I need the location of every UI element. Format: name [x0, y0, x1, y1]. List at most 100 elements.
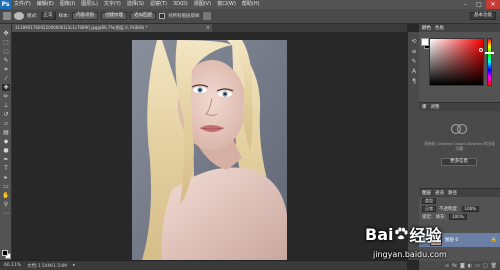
- layer-opacity-label: 不透明度:: [439, 207, 459, 212]
- new-group-icon[interactable]: ▭: [475, 263, 480, 269]
- layers-panel-tabs: 图层 通道 路径: [419, 189, 500, 197]
- menu-layer[interactable]: 图层(L): [78, 0, 101, 9]
- shape-tool-icon[interactable]: ▭: [2, 183, 10, 190]
- menu-window[interactable]: 窗口(W): [214, 0, 239, 9]
- color-picker-field[interactable]: [429, 38, 484, 86]
- pen-tool-icon[interactable]: ✒: [2, 156, 10, 163]
- creative-cloud-icon: [450, 123, 468, 135]
- fill-field[interactable]: 100%: [449, 214, 467, 220]
- mode-select[interactable]: 正常: [40, 12, 56, 20]
- link-layers-icon[interactable]: ∞: [445, 263, 449, 269]
- close-button[interactable]: ✕: [486, 0, 500, 9]
- tab-channels[interactable]: 通道: [435, 190, 444, 196]
- document-tab-title: 31189017600220000001(3c1c7089f).jpg@66.7…: [15, 25, 148, 30]
- menu-select[interactable]: 选择(S): [124, 0, 147, 9]
- baidu-watermark: Bai 经验 jingyan.baidu.com: [365, 222, 495, 262]
- watermark-brand-left: Bai: [365, 224, 394, 244]
- more-info-button[interactable]: 更多信息: [441, 158, 477, 166]
- move-tool-icon[interactable]: ✥: [2, 30, 10, 37]
- clone-stamp-tool-icon[interactable]: ⊥: [2, 102, 10, 109]
- new-layer-icon[interactable]: □: [483, 263, 488, 269]
- blur-tool-icon[interactable]: ◆: [2, 138, 10, 145]
- minimize-button[interactable]: –: [458, 0, 472, 9]
- zoom-level[interactable]: 66.11%: [4, 263, 21, 268]
- adjustment-layer-icon[interactable]: ◐: [468, 263, 472, 269]
- layer-opacity-field[interactable]: 100%: [461, 206, 479, 212]
- lock-label: 锁定:: [422, 215, 433, 220]
- brush-preset-icon[interactable]: [14, 12, 24, 20]
- pressure-icon[interactable]: [202, 12, 211, 20]
- layers-filter-row: 类型: [419, 197, 500, 205]
- color-panel: [419, 32, 500, 102]
- libraries-panel-tabs: 库 调整: [419, 103, 500, 111]
- mode-label: 模式:: [27, 14, 38, 19]
- healing-brush-tool-icon[interactable]: ✚: [2, 84, 10, 91]
- color-panel-tabs: 颜色 色板: [419, 24, 500, 32]
- layers-bottom-bar: ∞ fx ◙ ◐ ▭ □ 🗑: [419, 261, 500, 270]
- libraries-panel: 库 调整 初始化 Creative Cloud Libraries 时出现问题 …: [419, 102, 500, 188]
- sample-all-layers-label: 对所有图层取样: [168, 14, 200, 19]
- status-arrow-icon[interactable]: ▸: [73, 263, 75, 268]
- color-picker-cursor[interactable]: [479, 48, 483, 52]
- fill-label: 填充:: [435, 215, 447, 220]
- dodge-tool-icon[interactable]: ●: [2, 147, 10, 154]
- type-tool-icon[interactable]: T: [2, 165, 10, 172]
- history-panel-icon[interactable]: ⟲: [410, 38, 418, 45]
- quick-select-tool-icon[interactable]: ✎: [2, 57, 10, 64]
- menu-image[interactable]: 图像(I): [57, 0, 78, 9]
- brush-panel-icon[interactable]: ✎: [410, 58, 418, 65]
- libraries-error-message: 初始化 Creative Cloud Libraries 时出现问题: [424, 141, 495, 151]
- history-brush-tool-icon[interactable]: ↺: [2, 111, 10, 118]
- menu-help[interactable]: 帮助(H): [239, 0, 263, 9]
- document-size: 文档:1.54M/1.54M: [27, 263, 68, 269]
- maximize-button[interactable]: □: [472, 0, 486, 9]
- crop-tool-icon[interactable]: ⌗: [2, 66, 10, 73]
- hand-tool-icon[interactable]: ✋: [2, 192, 10, 199]
- lasso-tool-icon[interactable]: ◌: [2, 48, 10, 55]
- paragraph-panel-icon[interactable]: ¶: [410, 78, 418, 85]
- workspace-select[interactable]: 基本功能: [470, 12, 496, 20]
- layer-kind-filter[interactable]: 类型: [422, 198, 436, 204]
- delete-layer-icon[interactable]: 🗑: [491, 263, 497, 269]
- tab-libraries[interactable]: 库: [422, 104, 427, 110]
- foreground-color-swatch[interactable]: [2, 250, 8, 256]
- path-select-tool-icon[interactable]: ▸: [2, 174, 10, 181]
- menu-view[interactable]: 视图(V): [191, 0, 214, 9]
- spot-healing-brush-icon[interactable]: [3, 12, 11, 20]
- layer-style-icon[interactable]: fx: [452, 263, 457, 269]
- hue-slider-bar[interactable]: [487, 38, 492, 86]
- tab-layers[interactable]: 图层: [422, 190, 431, 196]
- tab-adjustments[interactable]: 调整: [431, 104, 440, 110]
- tab-color[interactable]: 颜色: [422, 25, 431, 31]
- tab-paths[interactable]: 路径: [448, 190, 457, 196]
- add-mask-icon[interactable]: ◙: [460, 263, 465, 269]
- eyedropper-tool-icon[interactable]: ⁄: [2, 75, 10, 82]
- menu-type[interactable]: 文字(Y): [101, 0, 124, 9]
- menu-3d[interactable]: 3D(D): [170, 0, 191, 9]
- canvas-area[interactable]: [12, 32, 407, 260]
- panel-foreground-swatch[interactable]: [421, 38, 429, 46]
- zoom-tool-icon[interactable]: ⚲: [2, 201, 10, 208]
- menu-edit[interactable]: 编辑(E): [34, 0, 57, 9]
- proximity-match-button[interactable]: 近似匹配: [130, 12, 157, 20]
- gradient-tool-icon[interactable]: ▤: [2, 129, 10, 136]
- eraser-tool-icon[interactable]: ▱: [2, 120, 10, 127]
- create-texture-button[interactable]: 创建纹理: [101, 12, 128, 20]
- character-panel-icon[interactable]: A: [410, 68, 418, 75]
- menu-filter[interactable]: 滤镜(T): [147, 0, 170, 9]
- document-tab[interactable]: 31189017600220000001(3c1c7089f).jpg@66.7…: [12, 24, 212, 32]
- sample-all-layers-checkbox[interactable]: [159, 13, 166, 19]
- tools-panel: ✥ ⬚ ◌ ✎ ⌗ ⁄ ✚ ✏ ⊥ ↺ ▱ ▤ ◆ ● ✒ T ▸ ▭ ✋ ⚲ …: [0, 24, 12, 260]
- content-aware-button[interactable]: 内容识别: [72, 12, 99, 20]
- tab-close-icon[interactable]: ×: [206, 24, 210, 32]
- more-tools-icon[interactable]: ⋯: [2, 210, 10, 217]
- portrait-photo[interactable]: [132, 40, 287, 260]
- properties-panel-icon[interactable]: ≡: [410, 48, 418, 55]
- tab-swatches[interactable]: 色板: [435, 25, 444, 31]
- blend-mode-select[interactable]: 正常: [422, 206, 436, 212]
- sample-label: 样本:: [58, 14, 70, 19]
- brush-tool-icon[interactable]: ✏: [2, 93, 10, 100]
- menu-file[interactable]: 文件(F): [11, 0, 34, 9]
- marquee-tool-icon[interactable]: ⬚: [2, 39, 10, 46]
- hue-slider-handle[interactable]: [485, 52, 494, 54]
